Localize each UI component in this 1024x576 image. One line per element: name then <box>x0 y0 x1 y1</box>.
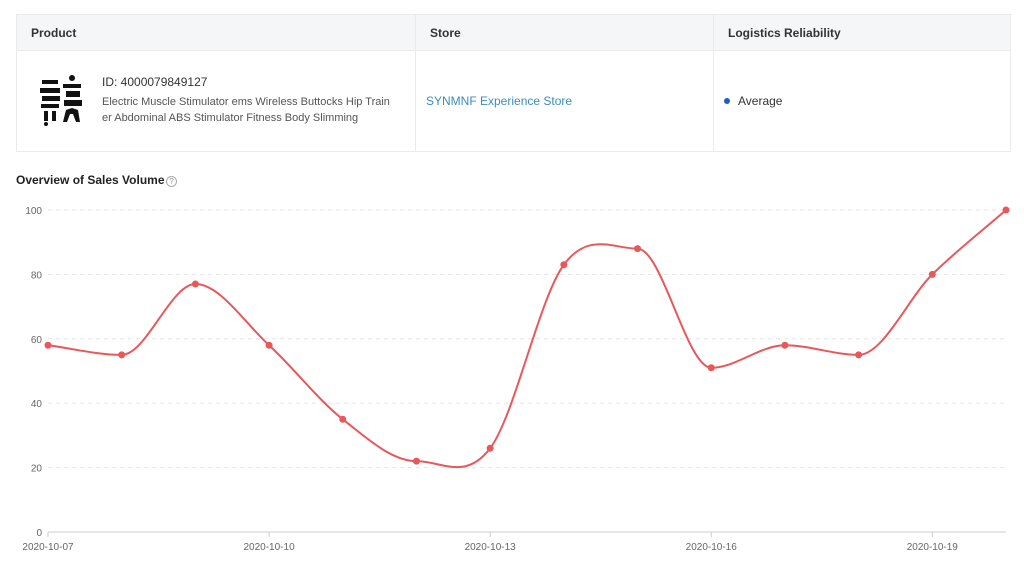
question-circle-icon[interactable]: ? <box>166 176 177 187</box>
y-tick-label: 0 <box>36 528 42 539</box>
header-product: Product <box>31 26 77 40</box>
product-title[interactable]: Electric Muscle Stimulator ems Wireless … <box>102 94 394 126</box>
column-divider <box>713 15 714 151</box>
data-point <box>560 261 568 269</box>
data-point <box>191 280 199 288</box>
y-tick-label: 100 <box>25 206 42 217</box>
data-point <box>781 341 789 349</box>
sales-volume-chart: 0 20 40 60 80 100 2020-10-07 2020-10-10 2020-10-… <box>22 206 1010 553</box>
data-point <box>928 270 936 278</box>
series-line <box>47 209 1007 468</box>
data-point <box>855 351 863 359</box>
product-id: ID: 4000079849127 <box>102 75 208 89</box>
section-title: Overview of Sales Volume <box>16 173 165 187</box>
x-tick-label: 2020-10-19 <box>907 542 959 553</box>
x-tick-label: 2020-10-16 <box>686 542 738 553</box>
x-tick-label: 2020-10-07 <box>22 542 74 553</box>
data-point <box>44 341 52 349</box>
data-point <box>1002 206 1010 214</box>
column-divider <box>415 15 416 151</box>
data-point <box>486 444 494 452</box>
table-header: Product Store Logistics Reliability <box>17 15 1010 51</box>
data-point <box>634 245 642 253</box>
data-point <box>265 341 273 349</box>
y-tick-label: 40 <box>31 399 43 410</box>
data-point <box>118 351 126 359</box>
store-link[interactable]: SYNMNF Experience Store <box>426 94 572 108</box>
y-tick-label: 80 <box>31 270 43 281</box>
data-point <box>412 457 420 465</box>
logistics-status: Average <box>738 94 783 108</box>
x-tick-label: 2020-10-10 <box>243 542 295 553</box>
product-thumbnail[interactable] <box>36 74 92 130</box>
y-tick-label: 60 <box>31 335 43 346</box>
header-logistics: Logistics Reliability <box>728 26 841 40</box>
data-point <box>707 364 715 372</box>
y-tick-label: 20 <box>31 464 43 475</box>
data-point <box>339 415 347 423</box>
header-store: Store <box>430 26 461 40</box>
x-tick-label: 2020-10-13 <box>465 542 517 553</box>
status-dot-icon <box>724 98 730 104</box>
